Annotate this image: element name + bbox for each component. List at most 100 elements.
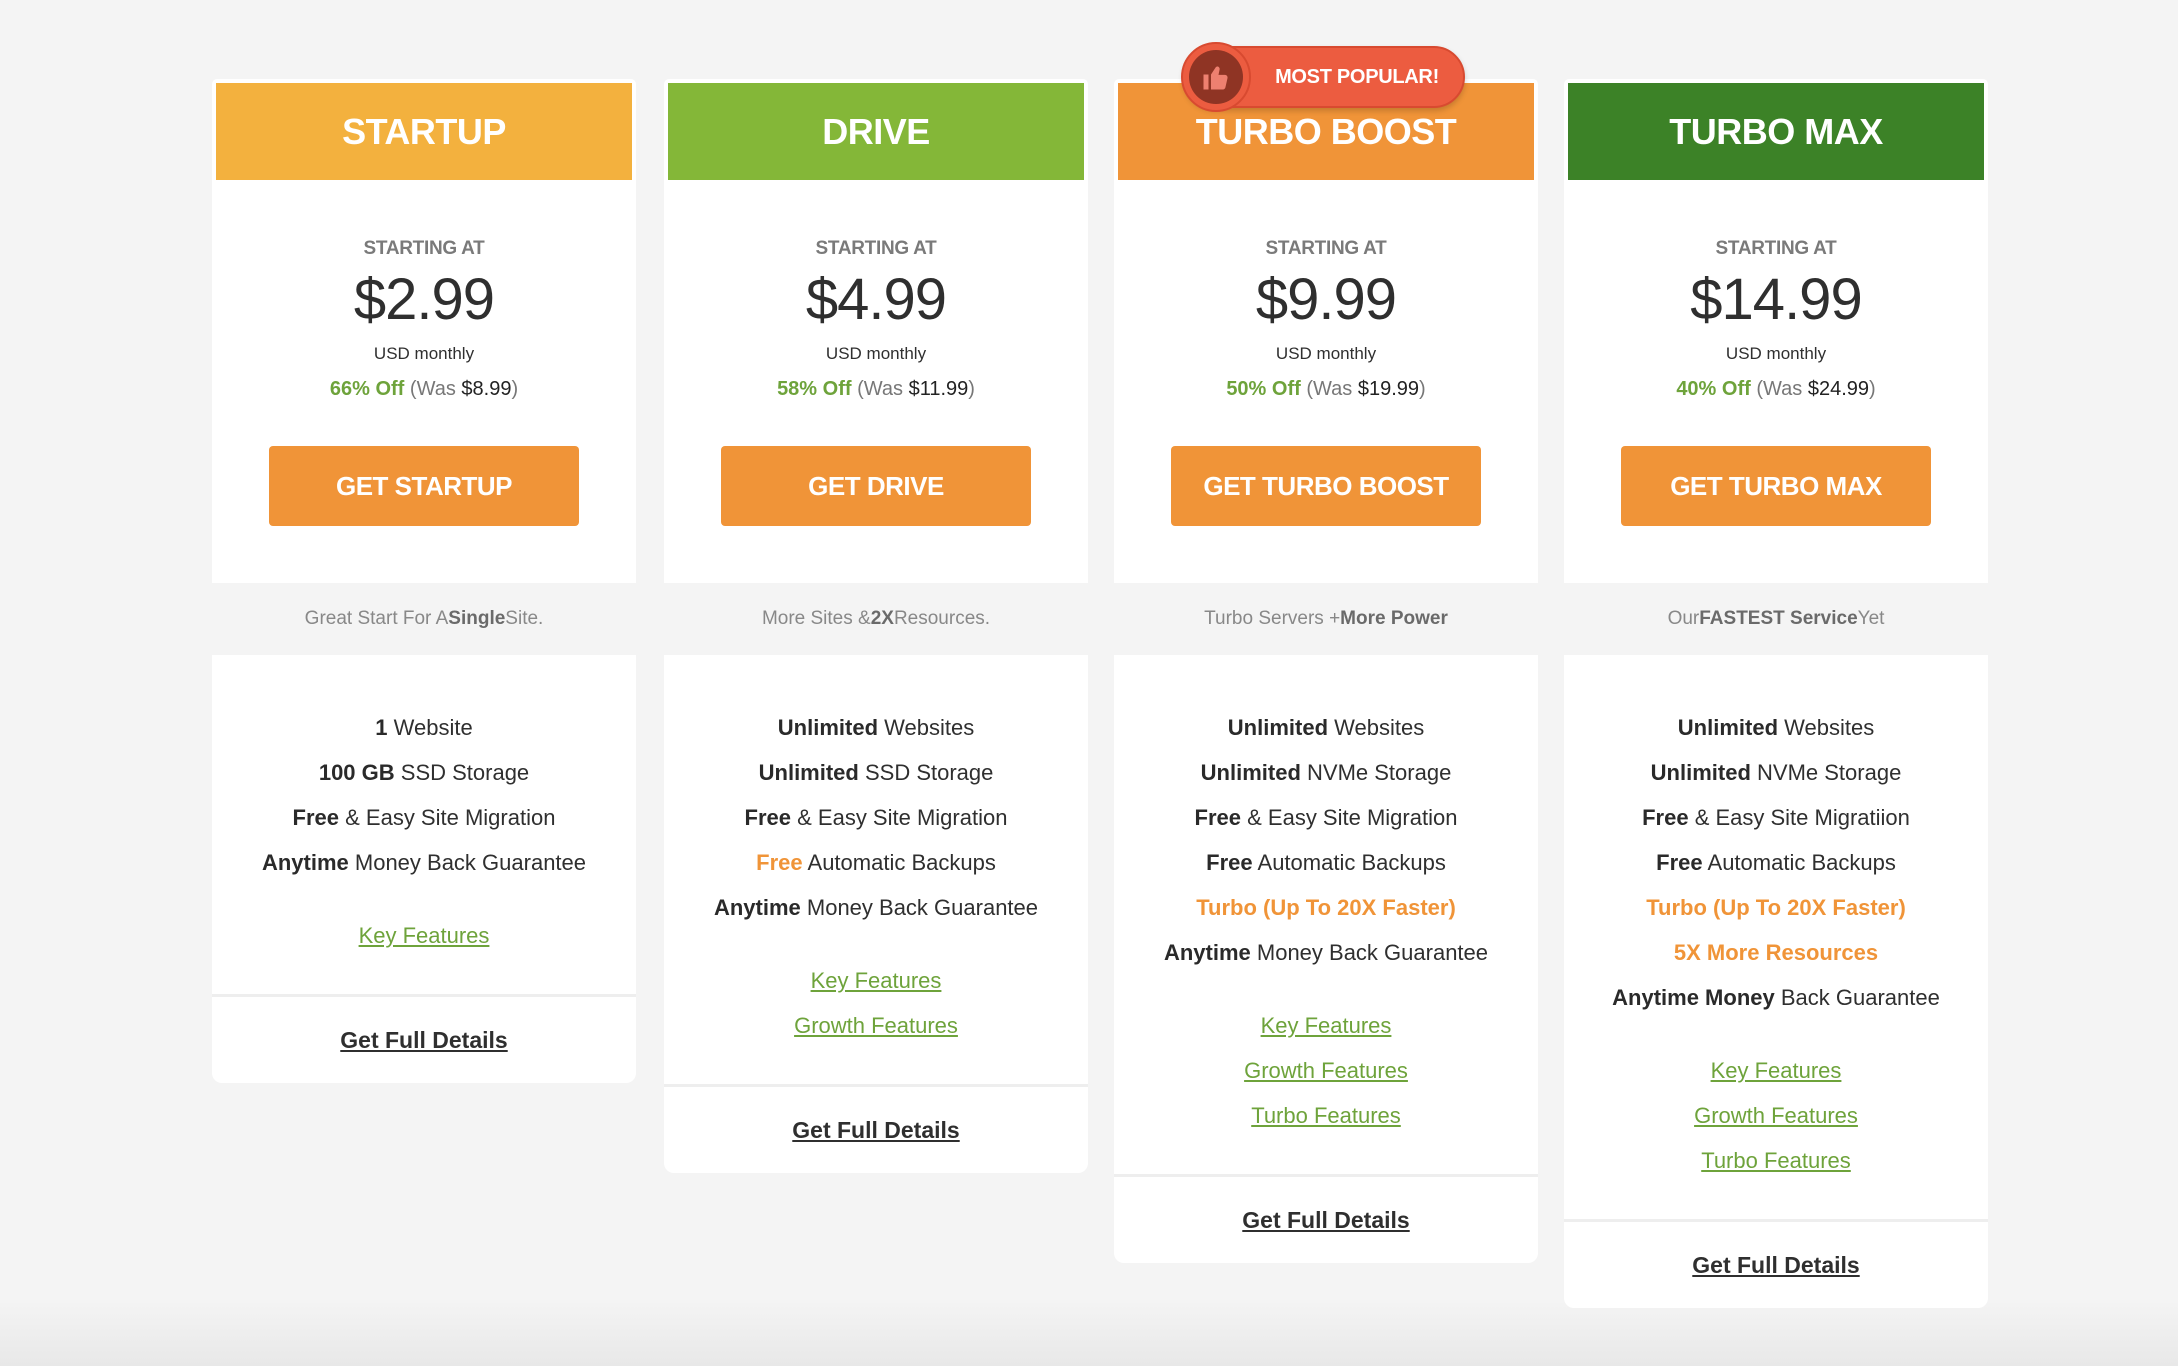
was-suffix: ) <box>968 378 975 400</box>
feature-text: Free <box>1194 805 1242 830</box>
badge-label: MOST POPULAR! <box>1275 65 1439 88</box>
feature-list: 1 Website 100 GB SSD Storage Free & Easy S… <box>212 655 636 885</box>
growth-features-link[interactable]: Growth Features <box>1114 1048 1538 1093</box>
feature-item: Turbo (Up To 20X Faster) <box>1114 885 1538 930</box>
feature-links: Key Features <box>212 885 636 994</box>
plan-features-card: Unlimited Websites Unlimited NVMe Storage… <box>1564 655 1988 1308</box>
feature-text: Free <box>744 805 792 830</box>
discount-info: 50% Off (Was $19.99) <box>1114 378 1538 401</box>
feature-text: Free <box>756 850 803 875</box>
feature-item: Anytime Money Back Guarantee <box>1564 975 1988 1020</box>
billing-period: USD monthly <box>825 344 927 363</box>
plan-price: $14.99 <box>1690 267 1862 332</box>
key-features-link[interactable]: Key Features <box>664 958 1088 1003</box>
details-row: Get Full Details <box>664 1087 1088 1173</box>
was-prefix: (Was <box>1306 378 1358 400</box>
growth-features-link[interactable]: Growth Features <box>664 1003 1088 1048</box>
feature-item: Unlimited Websites <box>1114 705 1538 750</box>
feature-text: Unlimited <box>777 715 879 740</box>
feature-text: Anytime <box>1163 940 1251 965</box>
feature-text: Websites <box>1328 715 1425 740</box>
plan-tagline: More Sites & 2X Resources. <box>664 583 1088 655</box>
feature-text: Unlimited <box>1200 760 1301 785</box>
discount-info: 66% Off (Was $8.99) <box>212 378 636 401</box>
get-full-details-link[interactable]: Get Full Details <box>1692 1252 1859 1279</box>
tagline-segment: Yet <box>1857 608 1885 629</box>
was-suffix: ) <box>511 378 519 400</box>
details-row: Get Full Details <box>1114 1177 1538 1263</box>
pricing-plans: STARTUP STARTING AT $2.99 USD monthly 66… <box>0 0 2178 1366</box>
plan-summary: STARTUP STARTING AT $2.99 USD monthly 66… <box>212 79 636 583</box>
tagline-segment: More Sites & <box>761 608 871 629</box>
discount-percent: 40% Off <box>1676 378 1751 400</box>
key-features-link[interactable]: Key Features <box>212 913 636 958</box>
feature-text: Unlimited <box>1650 760 1751 785</box>
plan-card-startup: STARTUP STARTING AT $2.99 USD monthly 66… <box>212 79 636 1083</box>
get-plan-button[interactable]: GET TURBO BOOST <box>1171 446 1481 526</box>
feature-text: Unlimited <box>1677 715 1779 740</box>
plan-summary: DRIVE STARTING AT $4.99 USD monthly 58% … <box>664 79 1088 583</box>
feature-text: Automatic Backups <box>1702 850 1896 875</box>
feature-text: Money Back Guarantee <box>1250 940 1489 965</box>
tagline-segment: Great Start For A <box>304 608 449 629</box>
feature-text: Money Back Guarantee <box>800 895 1039 920</box>
feature-text: & Easy Site Migratiion <box>1688 805 1910 830</box>
feature-item: Free & Easy Site Migration <box>212 795 636 840</box>
get-plan-button[interactable]: GET STARTUP <box>269 446 579 526</box>
feature-text: Anytime <box>713 895 801 920</box>
most-popular-badge: MOST POPULAR! <box>1181 42 1465 112</box>
get-full-details-link[interactable]: Get Full Details <box>1242 1207 1409 1234</box>
get-full-details-link[interactable]: Get Full Details <box>792 1117 959 1144</box>
feature-text: Money Back Guarantee <box>348 850 587 875</box>
growth-features-link[interactable]: Growth Features <box>1564 1093 1988 1138</box>
feature-item: 100 GB SSD Storage <box>212 750 636 795</box>
discount-percent: 66% Off <box>329 378 405 400</box>
feature-item: Unlimited SSD Storage <box>664 750 1088 795</box>
feature-item: Free & Easy Site Migration <box>1114 795 1538 840</box>
feature-text: 1 <box>375 715 388 740</box>
key-features-link[interactable]: Key Features <box>1564 1048 1988 1093</box>
tagline-segment: FASTEST Service <box>1699 608 1858 629</box>
plan-price: $4.99 <box>805 267 947 332</box>
tagline-segment: Single <box>448 608 506 629</box>
feature-item: 1 Website <box>212 705 636 750</box>
thumbs-up-icon <box>1203 66 1228 90</box>
feature-item: Free & Easy Site Migration <box>664 795 1088 840</box>
starting-at-label: STARTING AT <box>1715 238 1837 259</box>
was-prefix: (Was <box>1756 378 1808 400</box>
was-prefix: (Was <box>857 378 909 400</box>
tagline-segment: 2X <box>870 608 894 629</box>
feature-item: 5X More Resources <box>1564 930 1988 975</box>
key-features-link[interactable]: Key Features <box>1114 1003 1538 1048</box>
feature-text: Free <box>292 805 340 830</box>
feature-text: Turbo (Up To 20X Faster) <box>1196 895 1456 920</box>
feature-text: Back Guarantee <box>1774 985 1940 1010</box>
feature-text: Anytime Money <box>1612 985 1775 1010</box>
tagline-segment: Our <box>1667 608 1700 629</box>
plan-price: $2.99 <box>353 267 495 332</box>
feature-text: Website <box>387 715 473 740</box>
get-plan-button[interactable]: GET TURBO MAX <box>1621 446 1931 526</box>
tagline-segment: Turbo Servers + <box>1204 608 1341 629</box>
feature-item: Unlimited Websites <box>1564 705 1988 750</box>
original-price: $24.99 <box>1807 378 1869 400</box>
original-price: $8.99 <box>461 378 512 400</box>
feature-text: Automatic Backups <box>1252 850 1446 875</box>
feature-list: Unlimited Websites Unlimited NVMe Storage… <box>1114 655 1538 975</box>
feature-list: Unlimited Websites Unlimited NVMe Storage… <box>1564 655 1988 1020</box>
turbo-features-link[interactable]: Turbo Features <box>1564 1138 1988 1183</box>
plan-name: STARTUP <box>216 83 632 180</box>
feature-text: Free <box>1642 805 1689 830</box>
feature-text: Free <box>1206 850 1253 875</box>
was-suffix: ) <box>1869 378 1876 400</box>
get-full-details-link[interactable]: Get Full Details <box>340 1027 507 1054</box>
feature-item: Free Automatic Backups <box>664 840 1088 885</box>
billing-period: USD monthly <box>1275 344 1377 363</box>
feature-item: Free Automatic Backups <box>1114 840 1538 885</box>
feature-text: NVMe Storage <box>1300 760 1452 785</box>
plan-summary: TURBO BOOST STARTING AT $9.99 USD monthl… <box>1114 79 1538 583</box>
turbo-features-link[interactable]: Turbo Features <box>1114 1093 1538 1138</box>
get-plan-button[interactable]: GET DRIVE <box>721 446 1031 526</box>
feature-text: Websites <box>878 715 975 740</box>
feature-list: Unlimited Websites Unlimited SSD Storage F… <box>664 655 1088 930</box>
